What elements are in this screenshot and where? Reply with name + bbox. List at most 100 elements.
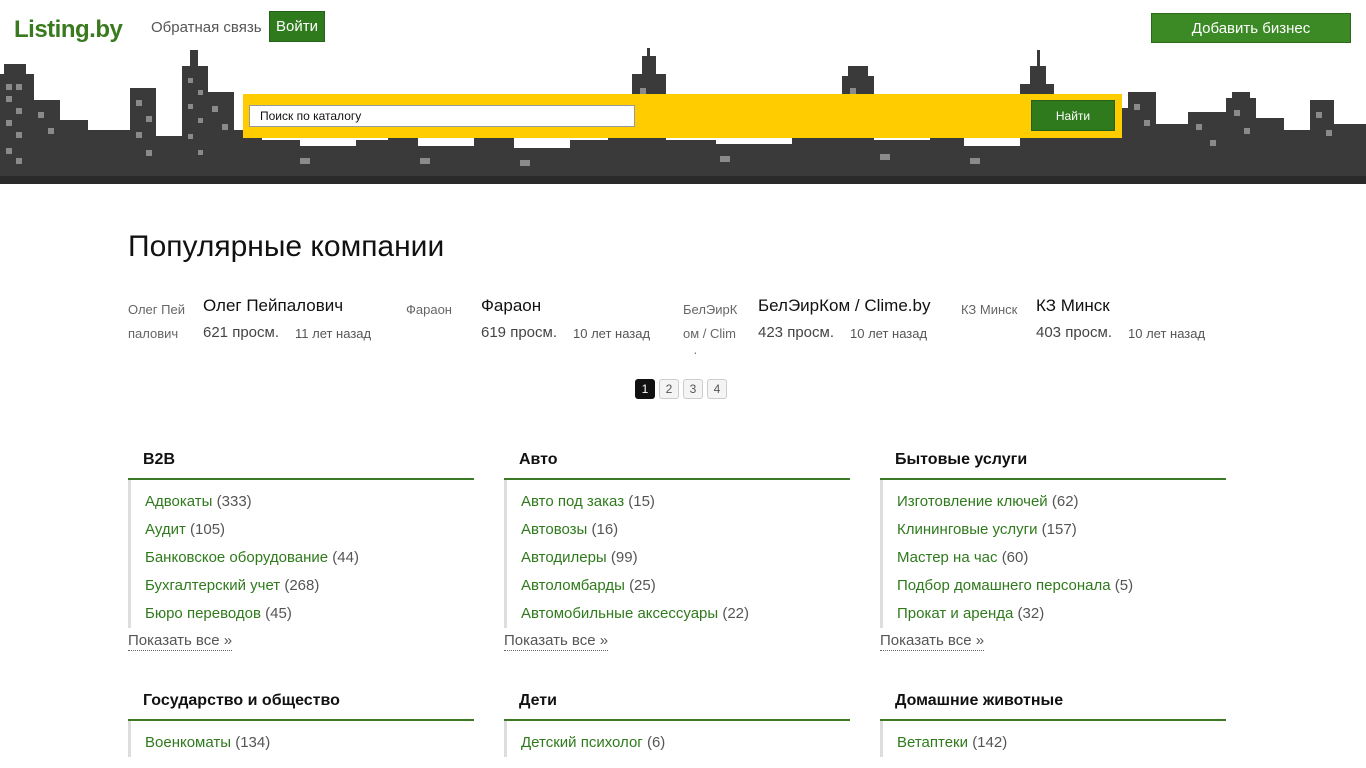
category-count: (22) [722,605,750,622]
company-card[interactable]: Фараон Фараон 619 просм. 10 лет назад [406,296,676,356]
company-views: 619 просм. [481,324,557,341]
category-link[interactable]: Автодилеры [521,549,607,566]
company-views: 621 просм. [203,324,279,341]
category-count: (16) [591,521,619,538]
category-count: (32) [1017,605,1045,622]
list-item: Прокат и аренда (32) [883,600,1226,628]
category-title[interactable]: Авто [504,440,850,480]
list-item: Военкоматы (134) [131,729,474,757]
page-3-button[interactable]: 3 [683,379,703,399]
category-list: Авто под заказ (15) Автовозы (16) Автоди… [504,480,850,628]
category-block-pets: Домашние животные Ветаптеки (142) [880,681,1226,757]
category-link[interactable]: Подбор домашнего персонала [897,577,1111,594]
company-name[interactable]: Фараон [481,296,541,316]
list-item: Аудит (105) [131,516,474,544]
company-thumbnail[interactable]: КЗ Минск [961,298,1021,354]
category-list: Ветаптеки (142) [880,721,1226,757]
company-card[interactable]: КЗ Минск КЗ Минск 403 просм. 10 лет наза… [961,296,1231,356]
list-item: Бухгалтерский учет (268) [131,572,474,600]
pagination: 1 2 3 4 [635,379,727,399]
show-all-link[interactable]: Показать все » [128,632,233,651]
category-block-kids: Дети Детский психолог (6) [504,681,850,757]
category-link[interactable]: Изготовление ключей [897,493,1048,510]
list-item: Детский психолог (6) [507,729,850,757]
list-item: Автомобильные аксессуары (22) [507,600,850,628]
category-link[interactable]: Детский психолог [521,734,643,751]
category-title[interactable]: B2B [128,440,474,480]
category-link[interactable]: Аудит [145,521,186,538]
list-item: Адвокаты (333) [131,488,474,516]
list-item: Мастер на час (60) [883,544,1226,572]
category-link[interactable]: Авто под заказ [521,493,624,510]
company-card[interactable]: БелЭирКом / Clime.by БелЭирКом / Clime.b… [683,296,953,356]
company-views: 403 просм. [1036,324,1112,341]
company-age: 11 лет назад [295,326,372,341]
category-title[interactable]: Дети [504,681,850,721]
category-count: (6) [646,734,666,751]
company-age: 10 лет назад [573,326,651,341]
category-count: (134) [235,734,271,751]
show-all-link[interactable]: Показать все » [504,632,609,651]
search-input[interactable] [249,105,635,127]
category-count: (62) [1051,493,1079,510]
company-views: 423 просм. [758,324,834,341]
company-card[interactable]: Олег Пейпалович Олег Пейпалович 621 прос… [128,296,398,356]
list-item: Автодилеры (99) [507,544,850,572]
company-name[interactable]: Олег Пейпалович [203,296,343,316]
category-block-auto: Авто Авто под заказ (15) Автовозы (16) А… [504,440,850,651]
category-link[interactable]: Бюро переводов [145,605,261,622]
category-count: (5) [1114,577,1134,594]
page-4-button[interactable]: 4 [707,379,727,399]
category-block-b2b: B2B Адвокаты (333) Аудит (105) Банковско… [128,440,474,651]
category-title[interactable]: Государство и общество [128,681,474,721]
list-item: Бюро переводов (45) [131,600,474,628]
company-name[interactable]: КЗ Минск [1036,296,1110,316]
company-age: 10 лет назад [850,326,928,341]
category-count: (142) [972,734,1008,751]
search-button[interactable]: Найти [1031,100,1115,131]
page-2-button[interactable]: 2 [659,379,679,399]
company-age: 10 лет назад [1128,326,1206,341]
page-1-button[interactable]: 1 [635,379,655,399]
popular-companies-title: Популярные компании [128,230,445,263]
category-count: (268) [284,577,320,594]
list-item: Ветаптеки (142) [883,729,1226,757]
feedback-link[interactable]: Обратная связь [151,19,262,36]
login-button[interactable]: Войти [269,11,325,42]
company-thumbnail[interactable]: Фараон [406,298,466,354]
category-title[interactable]: Домашние животные [880,681,1226,721]
header-hero: Listing.by Обратная связь Войти Добавить… [0,0,1366,184]
category-list: Изготовление ключей (62) Клининговые усл… [880,480,1226,628]
search-bar: Найти [243,94,1122,138]
company-name[interactable]: БелЭирКом / Clime.by [758,296,930,316]
category-list: Военкоматы (134) [128,721,474,757]
category-link[interactable]: Адвокаты [145,493,212,510]
category-link[interactable]: Бухгалтерский учет [145,577,280,594]
category-link[interactable]: Военкоматы [145,734,231,751]
top-bar: Listing.by Обратная связь Войти Добавить… [0,0,1366,50]
list-item: Изготовление ключей (62) [883,488,1226,516]
category-count: (15) [628,493,655,510]
show-all-link[interactable]: Показать все » [880,632,985,651]
site-logo[interactable]: Listing.by [14,16,123,44]
category-link[interactable]: Клининговые услуги [897,521,1038,538]
category-count: (99) [610,549,638,566]
category-link[interactable]: Прокат и аренда [897,605,1013,622]
category-count: (60) [1001,549,1029,566]
add-business-button[interactable]: Добавить бизнес [1151,13,1351,43]
category-count: (44) [332,549,359,566]
category-title[interactable]: Бытовые услуги [880,440,1226,480]
category-link[interactable]: Банковское оборудование [145,549,328,566]
list-item: Подбор домашнего персонала (5) [883,572,1226,600]
category-link[interactable]: Автоломбарды [521,577,625,594]
category-count: (45) [265,605,292,622]
company-thumbnail[interactable]: БелЭирКом / Clime.by [683,298,743,354]
category-link[interactable]: Автомобильные аксессуары [521,605,718,622]
category-count: (25) [629,577,656,594]
company-thumbnail[interactable]: Олег Пейпалович [128,298,188,354]
category-list: Адвокаты (333) Аудит (105) Банковское об… [128,480,474,628]
category-link[interactable]: Автовозы [521,521,587,538]
category-link[interactable]: Мастер на час [897,549,998,566]
category-link[interactable]: Ветаптеки [897,734,968,751]
list-item: Автовозы (16) [507,516,850,544]
